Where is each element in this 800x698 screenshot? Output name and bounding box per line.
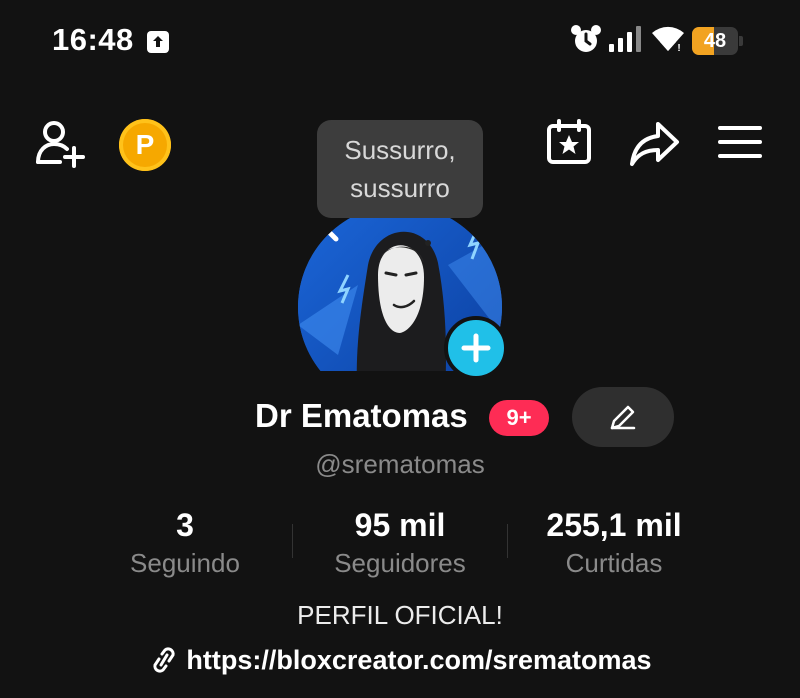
- signal-icon: [609, 26, 641, 52]
- pencil-icon: [610, 405, 636, 430]
- add-friend-icon[interactable]: [34, 116, 90, 172]
- plus-icon: [461, 333, 491, 363]
- username: @srematomas: [315, 449, 485, 479]
- upload-icon: [147, 31, 169, 53]
- svg-text:!: !: [677, 43, 680, 53]
- stat-label: Curtidas: [565, 548, 663, 578]
- profile-bio: PERFIL OFICIAL!: [297, 600, 503, 630]
- profile-name-row: Dr Ematomas 9+: [0, 387, 800, 447]
- edit-profile-button[interactable]: [572, 387, 674, 447]
- tooltip-line-2: sussurro: [350, 173, 450, 203]
- stat-divider: [292, 524, 293, 558]
- status-time: 16:48: [52, 22, 134, 57]
- stat-label: Seguindo: [130, 548, 240, 578]
- tooltip-line-1: Sussurro,: [344, 135, 456, 165]
- alarm-icon: [571, 25, 601, 52]
- share-icon[interactable]: [628, 120, 680, 168]
- battery-tip: [739, 36, 743, 46]
- stat-label: Seguidores: [334, 548, 466, 578]
- notification-badge[interactable]: 9+: [489, 400, 549, 436]
- stat-value: 95 mil: [354, 507, 446, 543]
- wifi-icon: !: [652, 26, 684, 53]
- menu-icon[interactable]: [718, 124, 762, 160]
- stat-value: 3: [176, 507, 194, 543]
- stat-following[interactable]: 3 Seguindo: [105, 505, 265, 581]
- battery-percent: 48: [703, 30, 727, 52]
- stat-divider: [507, 524, 508, 558]
- coin-icon[interactable]: P: [119, 119, 171, 171]
- stat-likes[interactable]: 255,1 mil Curtidas: [524, 505, 704, 581]
- stat-value: 255,1 mil: [546, 507, 682, 543]
- coin-letter: P: [135, 129, 155, 160]
- link-icon: [153, 647, 175, 673]
- battery-icon: 48: [692, 27, 738, 55]
- add-story-button[interactable]: [444, 316, 508, 380]
- calendar-star-icon[interactable]: [545, 118, 593, 166]
- status-bar: 16:48 ! 48: [0, 0, 800, 80]
- status-icons: ! 48: [540, 0, 800, 80]
- profile-link[interactable]: https://bloxcreator.com/srematomas: [0, 645, 800, 676]
- profile-stats: 3 Seguindo 95 mil Seguidores 255,1 mil C…: [0, 505, 800, 585]
- whisper-tooltip[interactable]: Sussurro, sussurro: [317, 120, 483, 218]
- display-name: Dr Ematomas: [255, 397, 468, 434]
- stat-followers[interactable]: 95 mil Seguidores: [310, 505, 490, 581]
- profile-link-text: https://bloxcreator.com/srematomas: [186, 645, 652, 675]
